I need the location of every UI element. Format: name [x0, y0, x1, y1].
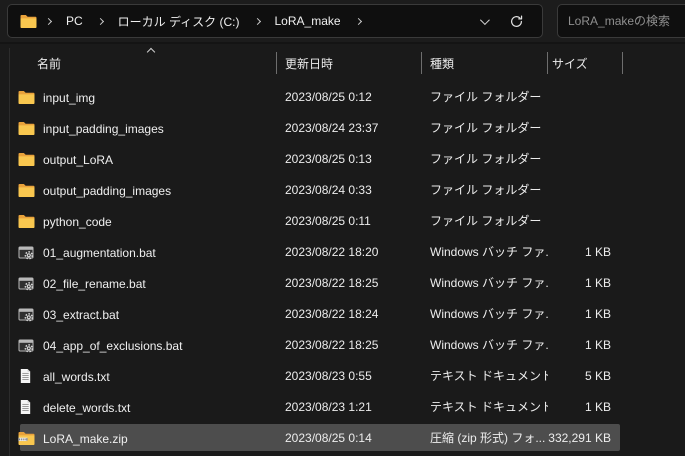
file-date-modified: 2023/08/22 18:20: [285, 237, 378, 268]
file-date-modified: 2023/08/25 0:12: [285, 82, 372, 113]
file-date-modified: 2023/08/24 23:37: [285, 113, 378, 144]
column-header-size[interactable]: サイズ: [552, 55, 588, 72]
file-row[interactable]: LoRA_make.zip 2023/08/25 0:14 圧縮 (zip 形式…: [0, 423, 685, 454]
breadcrumb-item[interactable]: ローカル ディスク (C:): [110, 10, 248, 33]
breadcrumb-chevron-icon: [45, 17, 52, 24]
file-name: all_words.txt: [43, 370, 110, 384]
file-name: LoRA_make.zip: [43, 432, 128, 446]
column-divider[interactable]: [276, 52, 277, 74]
breadcrumb-item[interactable]: PC: [58, 11, 91, 31]
column-header: 名前 更新日時 種類 サイズ: [0, 48, 685, 78]
file-size: 1 KB: [480, 268, 611, 299]
sort-ascending-icon: [147, 48, 155, 56]
address-dropdown-chevron-icon[interactable]: [480, 15, 490, 25]
file-size: 1 KB: [480, 392, 611, 423]
file-date-modified: 2023/08/23 0:55: [285, 361, 372, 392]
column-divider[interactable]: [421, 52, 422, 74]
file-name: 04_app_of_exclusions.bat: [43, 339, 182, 353]
file-type-icon: [18, 244, 35, 261]
file-date-modified: 2023/08/22 18:25: [285, 330, 378, 361]
file-type-icon: [18, 368, 35, 385]
file-type: ファイル フォルダー: [430, 82, 548, 113]
file-date-modified: 2023/08/22 18:24: [285, 299, 378, 330]
file-size: 1 KB: [480, 330, 611, 361]
search-input[interactable]: [568, 14, 685, 28]
column-divider[interactable]: [547, 52, 548, 74]
file-list: input_img 2023/08/25 0:12 ファイル フォルダー: [0, 82, 685, 454]
file-row[interactable]: 04_app_of_exclusions.bat 2023/08/22 18:2…: [0, 330, 685, 361]
file-size: 332,291 KB: [480, 423, 611, 454]
current-folder-icon: [20, 14, 37, 29]
file-row[interactable]: 01_augmentation.bat 2023/08/22 18:20 Win…: [0, 237, 685, 268]
file-date-modified: 2023/08/23 1:21: [285, 392, 372, 423]
file-type: ファイル フォルダー: [430, 175, 548, 206]
file-row[interactable]: output_LoRA 2023/08/25 0:13 ファイル フォルダー: [0, 144, 685, 175]
file-type: ファイル フォルダー: [430, 144, 548, 175]
file-row[interactable]: input_img 2023/08/25 0:12 ファイル フォルダー: [0, 82, 685, 113]
file-row[interactable]: output_padding_images 2023/08/24 0:33 ファ…: [0, 175, 685, 206]
file-type-icon: [18, 306, 35, 323]
file-date-modified: 2023/08/22 18:25: [285, 268, 378, 299]
file-row[interactable]: all_words.txt 2023/08/23 0:55 テキスト ドキュメン…: [0, 361, 685, 392]
column-header-name[interactable]: 名前: [37, 55, 61, 72]
file-type-icon: [18, 213, 35, 230]
file-type-icon: [18, 399, 35, 416]
file-type-icon: [18, 430, 35, 447]
file-type-icon: [18, 151, 35, 168]
breadcrumb-chevron-icon: [97, 17, 104, 24]
toolbar: PC ローカル ディスク (C:) LoRA_make: [0, 0, 685, 44]
file-type: ファイル フォルダー: [430, 113, 548, 144]
file-name: output_padding_images: [43, 184, 171, 198]
file-name: input_padding_images: [43, 122, 164, 136]
file-type-icon: [18, 275, 35, 292]
file-date-modified: 2023/08/25 0:14: [285, 423, 372, 454]
file-row[interactable]: delete_words.txt 2023/08/23 1:21 テキスト ドキ…: [0, 392, 685, 423]
file-date-modified: 2023/08/24 0:33: [285, 175, 372, 206]
file-name: python_code: [43, 215, 112, 229]
breadcrumb-chevron-icon[interactable]: [355, 17, 362, 24]
file-size: 1 KB: [480, 237, 611, 268]
breadcrumb-chevron-icon: [253, 17, 260, 24]
file-date-modified: 2023/08/25 0:13: [285, 144, 372, 175]
file-name: 01_augmentation.bat: [43, 246, 156, 260]
column-header-type[interactable]: 種類: [430, 55, 454, 72]
file-name: delete_words.txt: [43, 401, 130, 415]
address-bar[interactable]: PC ローカル ディスク (C:) LoRA_make: [7, 4, 543, 38]
breadcrumb-item[interactable]: LoRA_make: [267, 11, 349, 31]
file-name: output_LoRA: [43, 153, 113, 167]
file-type-icon: [18, 337, 35, 354]
file-row[interactable]: python_code 2023/08/25 0:11 ファイル フォルダー: [0, 206, 685, 237]
file-name: 02_file_rename.bat: [43, 277, 146, 291]
file-type-icon: [18, 120, 35, 137]
file-row[interactable]: 02_file_rename.bat 2023/08/22 18:25 Wind…: [0, 268, 685, 299]
column-divider[interactable]: [622, 52, 623, 74]
refresh-icon[interactable]: [509, 14, 524, 29]
file-name: input_img: [43, 91, 95, 105]
file-name: 03_extract.bat: [43, 308, 119, 322]
breadcrumb: PC ローカル ディスク (C:) LoRA_make: [20, 10, 366, 33]
file-size: 1 KB: [480, 299, 611, 330]
file-size: 5 KB: [480, 361, 611, 392]
file-type-icon: [18, 89, 35, 106]
column-header-date[interactable]: 更新日時: [285, 55, 333, 72]
search-box[interactable]: [557, 4, 685, 38]
file-row[interactable]: input_padding_images 2023/08/24 23:37 ファ…: [0, 113, 685, 144]
file-row[interactable]: 03_extract.bat 2023/08/22 18:24 Windows …: [0, 299, 685, 330]
file-type-icon: [18, 182, 35, 199]
file-date-modified: 2023/08/25 0:11: [285, 206, 371, 237]
file-type: ファイル フォルダー: [430, 206, 548, 237]
